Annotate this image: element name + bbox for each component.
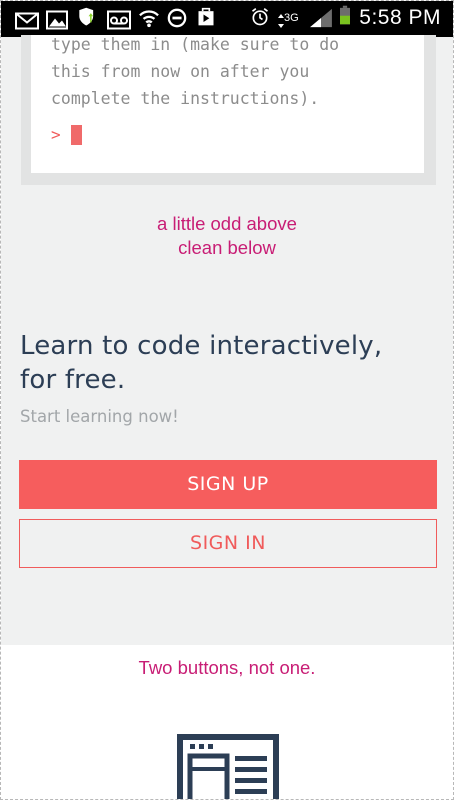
- alarm-icon: [252, 8, 268, 26]
- wifi-icon: [139, 10, 159, 28]
- play-store-icon: [198, 7, 214, 26]
- code-console[interactable]: type them in (make sure to do this from …: [31, 35, 424, 173]
- browser-window-icon: [177, 734, 279, 799]
- email-icon: [15, 12, 39, 30]
- sign-up-button[interactable]: SIGN UP: [19, 460, 437, 509]
- do-not-disturb-icon: [167, 8, 187, 28]
- page-headline: Learn to code interactively, for free.: [20, 329, 382, 397]
- status-bar: 3G 5:58 PM: [1, 1, 453, 37]
- annotation-note: a little odd above: [157, 213, 297, 234]
- headline-line: Learn to code interactively,: [20, 331, 383, 361]
- console-line: this from now on after you: [51, 62, 310, 81]
- gallery-icon: [46, 10, 68, 30]
- page-content: type them in (make sure to do this from …: [1, 35, 453, 645]
- console-frame: type them in (make sure to do this from …: [21, 35, 436, 185]
- annotation-note: Two buttons, not one.: [138, 657, 316, 678]
- annotation-note: clean below: [178, 237, 276, 258]
- voicemail-icon: [107, 10, 131, 30]
- page-subtitle: Start learning now!: [20, 407, 179, 426]
- console-cursor[interactable]: [71, 125, 82, 145]
- headline-line: for free.: [20, 365, 126, 395]
- phone-screen: 3G 5:58 PM type them in (make sure to do…: [0, 0, 454, 800]
- status-time: 5:58 PM: [359, 6, 441, 29]
- console-line: type them in (make sure to do: [51, 35, 340, 54]
- shield-icon: [79, 7, 94, 26]
- network-type-label: 3G: [284, 12, 299, 24]
- signal-icon: [310, 8, 332, 28]
- battery-icon: [340, 5, 350, 25]
- console-prompt: >: [51, 125, 61, 144]
- console-line: complete the instructions).: [51, 89, 320, 108]
- sign-in-button[interactable]: SIGN IN: [19, 519, 437, 568]
